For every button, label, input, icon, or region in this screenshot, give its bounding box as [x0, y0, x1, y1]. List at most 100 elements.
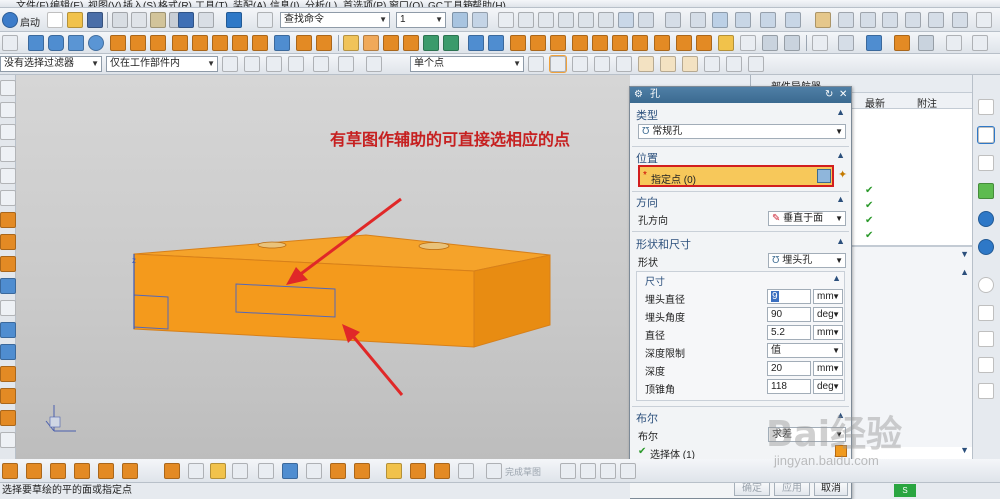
cylinder-icon[interactable] — [48, 35, 64, 51]
cancel-button[interactable]: 取消 — [814, 481, 848, 496]
assembly-navigator-icon[interactable] — [978, 99, 994, 115]
web-browser-icon[interactable] — [978, 211, 994, 227]
type-section-header[interactable]: 类型 ▲ — [632, 107, 849, 122]
hole-left[interactable] — [257, 241, 287, 249]
analysis-tool-icon[interactable] — [0, 410, 16, 426]
snap-feature-icon[interactable] — [288, 56, 304, 72]
view-bottom-icon[interactable] — [98, 463, 114, 479]
sketch-icon[interactable] — [2, 35, 18, 51]
measure-body-icon[interactable] — [386, 463, 402, 479]
apply-button[interactable]: 应用 — [774, 481, 810, 496]
render-style-icon[interactable] — [918, 35, 934, 51]
point-icon[interactable] — [498, 12, 514, 28]
snap-cross-icon[interactable] — [704, 56, 720, 72]
dart-icon[interactable] — [232, 35, 248, 51]
snap-arc-center-icon[interactable] — [638, 56, 654, 72]
info-object-icon[interactable] — [410, 463, 426, 479]
split-body-icon[interactable] — [550, 35, 566, 51]
chevron-down-icon[interactable]: ▼ — [832, 362, 840, 375]
section-icon[interactable] — [905, 12, 921, 28]
snap-quadrant-icon[interactable] — [660, 56, 676, 72]
add-point-icon[interactable] — [232, 463, 248, 479]
snap-point-select[interactable]: 单个点 ▼ — [410, 56, 524, 72]
line-tool-icon[interactable] — [0, 80, 16, 96]
chevron-up-icon[interactable]: ▲ — [836, 150, 845, 160]
hole-right[interactable] — [418, 242, 450, 250]
offset-region-icon[interactable] — [784, 35, 800, 51]
param-value-input[interactable]: 9 — [767, 289, 811, 304]
column-note[interactable]: 附注 — [917, 95, 937, 110]
menu-view[interactable]: 视图(V) — [88, 0, 121, 7]
wcs-icon[interactable] — [258, 463, 274, 479]
cone-icon[interactable] — [68, 35, 84, 51]
param-unit-select[interactable]: deg ▼ — [813, 379, 843, 394]
layer-settings-icon[interactable] — [452, 12, 468, 28]
cut-icon[interactable] — [112, 12, 128, 28]
block-icon[interactable] — [28, 35, 44, 51]
snap-go-icon[interactable] — [528, 56, 544, 72]
point-snap-icon[interactable]: ✦ — [838, 168, 847, 181]
project-icon[interactable] — [638, 12, 654, 28]
open-folder-icon[interactable] — [67, 12, 83, 28]
menu-help[interactable]: 帮助(H) — [472, 0, 506, 7]
perspective-icon[interactable] — [894, 35, 910, 51]
thread-icon[interactable] — [423, 35, 439, 51]
param-value-input[interactable]: 90 — [767, 307, 811, 322]
chevron-down-icon[interactable]: ▼ — [832, 308, 840, 321]
param-value-input[interactable]: 118 — [767, 379, 811, 394]
point-dialog-icon[interactable] — [817, 169, 831, 183]
param-value-input[interactable]: 5.2 — [767, 325, 811, 340]
chevron-down-icon[interactable]: ▼ — [960, 445, 969, 455]
wrap-icon[interactable] — [632, 35, 648, 51]
view-back-icon[interactable] — [74, 463, 90, 479]
menu-insert[interactable]: 插入(S) — [123, 0, 156, 7]
groove-icon[interactable] — [212, 35, 228, 51]
box-select-icon[interactable] — [366, 56, 382, 72]
shaded-view-icon[interactable] — [226, 12, 242, 28]
view-front-icon[interactable] — [2, 463, 18, 479]
background-icon[interactable] — [946, 35, 962, 51]
scale-icon[interactable] — [612, 35, 628, 51]
snap-curve-icon[interactable] — [313, 56, 329, 72]
finish-sketch-label[interactable]: 完成草图 — [505, 465, 541, 478]
extract-icon[interactable] — [488, 35, 504, 51]
fit-view-icon[interactable] — [812, 35, 828, 51]
measure-angle-icon[interactable] — [354, 463, 370, 479]
reset-icon[interactable]: ↻ — [825, 87, 833, 103]
system-materials-icon[interactable] — [978, 305, 994, 321]
body-tool-icon[interactable] — [0, 212, 16, 228]
chevron-down-icon[interactable]: ▼ — [91, 57, 99, 71]
menu-info[interactable]: 信息(I) — [270, 0, 299, 7]
curve-icon[interactable] — [558, 12, 574, 28]
render-tool-icon[interactable] — [0, 388, 16, 404]
synchronous-move-icon[interactable] — [676, 35, 692, 51]
sweep-icon[interactable] — [760, 12, 776, 28]
snap-tangent-icon[interactable] — [726, 56, 742, 72]
chevron-up-icon[interactable]: ▲ — [960, 267, 969, 277]
part-navigator-icon[interactable] — [977, 126, 995, 144]
view-iso-icon[interactable] — [164, 463, 180, 479]
rectangle-tool-icon[interactable] — [0, 168, 16, 184]
studio-tool-icon[interactable] — [0, 366, 16, 382]
circle-tool-icon[interactable] — [0, 124, 16, 140]
zebra-icon[interactable] — [928, 12, 944, 28]
face-tool-icon[interactable] — [0, 234, 16, 250]
rib-icon[interactable] — [252, 35, 268, 51]
chevron-down-icon[interactable]: ▼ — [835, 254, 843, 267]
form-select[interactable]: Ʊ 埋头孔 ▼ — [768, 253, 846, 268]
snap-intersection-icon[interactable] — [616, 56, 632, 72]
hole-type-select[interactable]: Ʊ 常规孔 ▼ — [638, 124, 846, 139]
edit-section-icon[interactable] — [188, 463, 204, 479]
menu-format[interactable]: 格式(R) — [158, 0, 192, 7]
surface-icon[interactable] — [712, 12, 728, 28]
chevron-down-icon[interactable]: ▼ — [832, 290, 840, 303]
sketch-arc-icon[interactable] — [600, 463, 616, 479]
chevron-down-icon[interactable]: ▼ — [207, 57, 215, 71]
measure-distance-icon[interactable] — [330, 463, 346, 479]
param-unit-select[interactable]: deg ▼ — [813, 307, 843, 322]
patch-icon[interactable] — [592, 35, 608, 51]
thicken-icon[interactable] — [785, 12, 801, 28]
pattern-icon[interactable] — [443, 35, 459, 51]
snap-endpoint-icon[interactable] — [549, 55, 567, 73]
bridge-icon[interactable] — [665, 12, 681, 28]
